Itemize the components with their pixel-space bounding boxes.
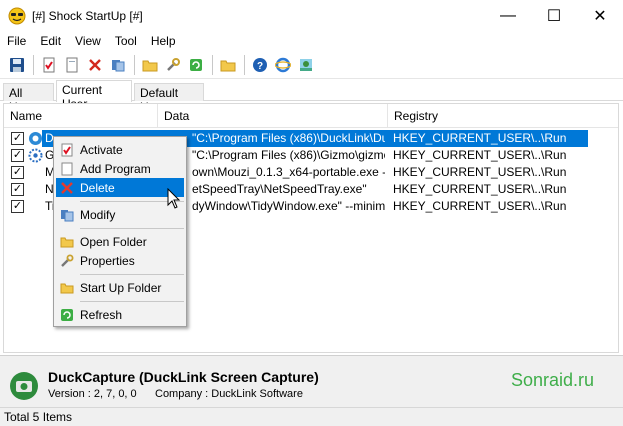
modify-icon[interactable] — [107, 54, 129, 76]
context-item-label: Delete — [80, 180, 115, 195]
row-checkbox[interactable]: ✓ — [11, 132, 24, 145]
duck-icon — [29, 132, 42, 145]
row-checkbox[interactable]: ✓ — [11, 200, 24, 213]
row-checkbox[interactable]: ✓ — [11, 183, 24, 196]
tab-strip: All User Current User Default User — [0, 79, 623, 114]
context-item-label: Start Up Folder — [80, 280, 162, 295]
menu-separator — [80, 274, 184, 275]
watermark: Sonraid.ru — [511, 370, 595, 390]
column-header-registry[interactable]: Registry — [388, 104, 618, 128]
row-checkbox[interactable]: ✓ — [11, 149, 24, 162]
open-folder-icon — [59, 234, 75, 250]
startup-folder-icon — [59, 280, 75, 296]
tab-current-user[interactable]: Current User — [56, 80, 132, 111]
duckcapture-icon — [10, 372, 38, 400]
add-program-icon[interactable] — [61, 54, 83, 76]
tab-all-user[interactable]: All User — [3, 83, 54, 114]
context-menu: Activate Add Program Delete Modify Open … — [53, 136, 187, 327]
info-company: Company : DuckLink Software — [155, 388, 303, 400]
menu-view[interactable]: View — [68, 34, 108, 48]
context-item-label: Add Program — [80, 161, 151, 176]
status-bar: Total 5 Items — [0, 407, 623, 426]
internet-explorer-icon[interactable] — [272, 54, 294, 76]
close-button[interactable]: ✕ — [577, 0, 623, 31]
window-title: [#] Shock StartUp [#] — [32, 8, 143, 23]
refresh-icon[interactable] — [185, 54, 207, 76]
column-header-name[interactable]: Name — [4, 104, 158, 128]
save-icon[interactable] — [6, 54, 28, 76]
menu-help[interactable]: Help — [144, 34, 183, 48]
context-item-add-program[interactable]: Add Program — [56, 159, 184, 178]
context-item-modify[interactable]: Modify — [56, 205, 184, 224]
tab-default-user[interactable]: Default User — [134, 83, 204, 114]
row-registry: HKEY_CURRENT_USER\..\Run — [393, 165, 567, 179]
properties-icon[interactable] — [162, 54, 184, 76]
menu-edit[interactable]: Edit — [33, 34, 68, 48]
info-version: Version : 2, 7, 0, 0 — [48, 388, 137, 400]
context-item-delete[interactable]: Delete — [56, 178, 184, 197]
column-header-data[interactable]: Data — [158, 104, 388, 128]
row-registry: HKEY_CURRENT_USER\..\Run — [393, 182, 567, 196]
activate-icon — [59, 142, 75, 158]
delete-icon — [59, 180, 75, 196]
menu-bar: File Edit View Tool Help — [0, 31, 623, 51]
context-item-label: Refresh — [80, 307, 123, 322]
info-panel: DuckCapture (DuckLink Screen Capture) Ve… — [0, 355, 623, 407]
context-item-refresh[interactable]: Refresh — [56, 305, 184, 324]
context-item-open-folder[interactable]: Open Folder — [56, 232, 184, 251]
add-program-icon — [59, 161, 75, 177]
context-item-activate[interactable]: Activate — [56, 140, 184, 159]
row-data: dyWindow\TidyWindow.exe" --minimiz... — [192, 199, 385, 213]
menu-tool[interactable]: Tool — [108, 34, 144, 48]
app-icon — [8, 7, 26, 24]
delete-icon[interactable] — [84, 54, 106, 76]
row-registry: HKEY_CURRENT_USER\..\Run — [393, 199, 567, 213]
row-registry: HKEY_CURRENT_USER\..\Run — [393, 148, 567, 162]
row-registry: HKEY_CURRENT_USER\..\Run — [393, 131, 567, 145]
activate-icon[interactable] — [38, 54, 60, 76]
svg-text:?: ? — [257, 61, 263, 72]
context-item-startup-folder[interactable]: Start Up Folder — [56, 278, 184, 297]
modify-icon — [59, 207, 75, 223]
menu-file[interactable]: File — [0, 34, 33, 48]
refresh-icon — [59, 307, 75, 323]
menu-separator — [80, 228, 184, 229]
context-item-label: Activate — [80, 142, 123, 157]
toolbar-separator — [134, 54, 135, 75]
gizmo-icon — [28, 148, 43, 163]
mouse-cursor-icon — [167, 188, 181, 209]
context-item-properties[interactable]: Properties — [56, 251, 184, 270]
row-data: "C:\Program Files (x86)\Gizmo\gizmo.exe"… — [192, 148, 385, 162]
toolbar-separator — [33, 54, 34, 75]
row-checkbox[interactable]: ✓ — [11, 166, 24, 179]
toolbar-separator — [244, 54, 245, 75]
context-item-label: Open Folder — [80, 234, 147, 249]
minimize-button[interactable]: — — [485, 0, 531, 31]
row-data: "C:\Program Files (x86)\DuckLink\DuckCap… — [192, 131, 385, 145]
properties-icon — [59, 253, 75, 269]
title-bar: [#] Shock StartUp [#] — ☐ ✕ — [0, 0, 623, 31]
list-header: Name Data Registry — [4, 104, 618, 128]
maximize-button[interactable]: ☐ — [531, 0, 577, 31]
open-folder-icon[interactable] — [139, 54, 161, 76]
toolbar: ? — [0, 51, 623, 79]
help-icon[interactable]: ? — [249, 54, 271, 76]
context-item-label: Modify — [80, 207, 116, 222]
about-icon[interactable] — [295, 54, 317, 76]
startup-folder-icon[interactable] — [217, 54, 239, 76]
menu-separator — [80, 301, 184, 302]
context-item-label: Properties — [80, 253, 135, 268]
info-title: DuckCapture (DuckLink Screen Capture) — [48, 369, 319, 385]
toolbar-separator — [212, 54, 213, 75]
row-data: etSpeedTray\NetSpeedTray.exe" — [192, 182, 367, 196]
row-data: own\Mouzi_0.1.3_x64-portable.exe --au... — [192, 165, 385, 179]
